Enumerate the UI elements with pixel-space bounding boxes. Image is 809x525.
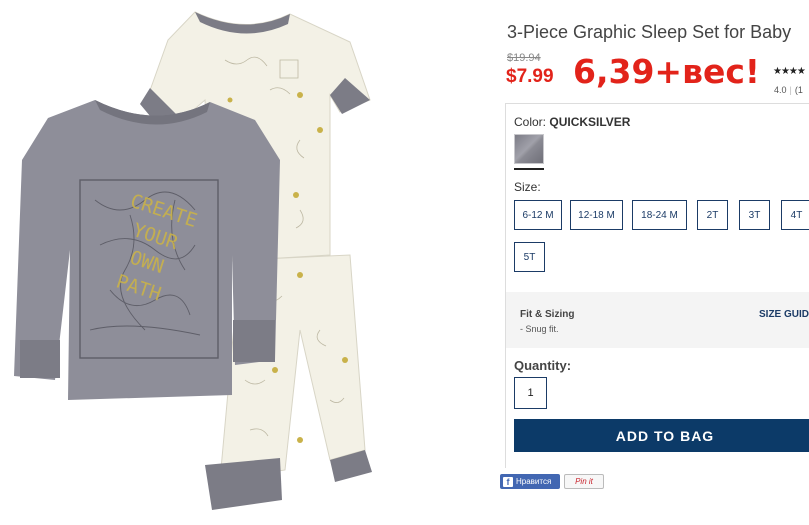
facebook-like-button[interactable]: f Нравится bbox=[500, 474, 560, 489]
size-guide-link[interactable]: SIZE GUID bbox=[759, 309, 809, 320]
facebook-like-label: Нравится bbox=[516, 477, 552, 486]
rating-stars-icon[interactable]: ★★★★ bbox=[773, 66, 806, 77]
sale-price: $7.99 bbox=[506, 66, 554, 87]
size-label: Size: bbox=[514, 180, 541, 194]
color-label-text: Color: bbox=[514, 115, 547, 129]
size-option-12-18m[interactable]: 12-18 M bbox=[570, 200, 623, 230]
facebook-icon: f bbox=[503, 476, 513, 487]
rating-value: 4.0 bbox=[774, 85, 787, 95]
price-annotation: 6,39+вес! bbox=[573, 52, 760, 91]
fit-sizing-title: Fit & Sizing bbox=[520, 309, 575, 320]
color-label: Color: QUICKSILVER bbox=[514, 115, 630, 129]
size-option-3t[interactable]: 3T bbox=[739, 200, 770, 230]
color-swatch-quicksilver[interactable] bbox=[514, 134, 544, 164]
rating-count: (1 bbox=[794, 85, 803, 95]
color-value: QUICKSILVER bbox=[549, 115, 631, 129]
quantity-input[interactable]: 1 bbox=[514, 377, 547, 409]
swatch-selected-indicator bbox=[514, 168, 544, 170]
size-option-2t[interactable]: 2T bbox=[697, 200, 728, 230]
size-option-4t[interactable]: 4T bbox=[781, 200, 809, 230]
size-option-18-24m[interactable]: 18-24 M bbox=[632, 200, 687, 230]
quantity-label: Quantity: bbox=[514, 358, 572, 373]
product-image[interactable]: CREATE YOUR OWN PATH bbox=[0, 0, 490, 525]
size-option-6-12m[interactable]: 6-12 M bbox=[514, 200, 562, 230]
product-title: 3-Piece Graphic Sleep Set for Baby bbox=[507, 22, 792, 42]
add-to-bag-button[interactable]: ADD TO BAG bbox=[514, 419, 809, 452]
rating-summary[interactable]: 4.0 | (1 bbox=[774, 85, 803, 95]
fit-sizing-note: - Snug fit. bbox=[520, 324, 559, 334]
pinterest-pin-button[interactable]: Pin it bbox=[564, 474, 604, 489]
rating-separator: | bbox=[789, 85, 792, 95]
original-price: $19.94 bbox=[507, 52, 541, 64]
fit-sizing-box: Fit & Sizing - Snug fit. SIZE GUID bbox=[506, 292, 809, 348]
purchase-options-panel: Color: QUICKSILVER Size: 6-12 M 12-18 M … bbox=[505, 103, 809, 468]
product-info: 3-Piece Graphic Sleep Set for Baby $19.9… bbox=[500, 0, 809, 525]
sleep-set-illustration bbox=[14, 11, 372, 510]
size-option-5t[interactable]: 5T bbox=[514, 242, 545, 272]
